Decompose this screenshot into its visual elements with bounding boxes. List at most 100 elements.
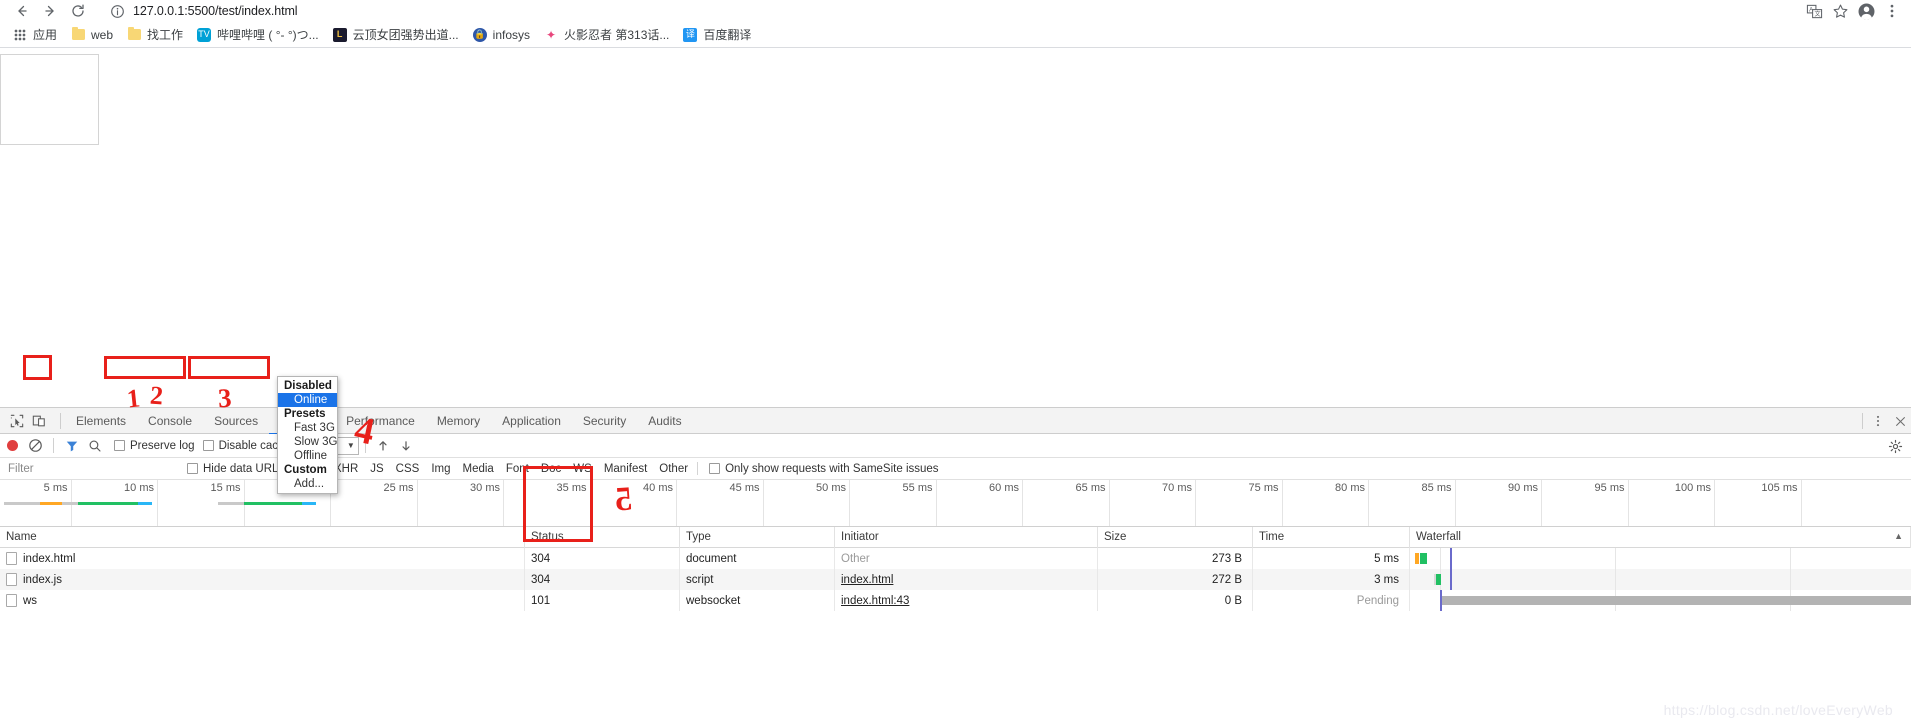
- bookmark-naruto[interactable]: ✦ 火影忍者 第313话...: [537, 24, 676, 45]
- device-toolbar-icon[interactable]: [28, 410, 50, 432]
- menu-item-add[interactable]: Add...: [278, 477, 337, 491]
- timeline-tick-label: 95 ms: [1594, 482, 1625, 494]
- menu-item-online[interactable]: Online: [278, 393, 337, 407]
- table-row[interactable]: ws 101 websocket index.html:43 0 B Pendi…: [0, 590, 1911, 611]
- tab-application[interactable]: Application: [491, 408, 572, 434]
- menu-item-offline[interactable]: Offline: [278, 449, 337, 463]
- bookmark-yunding[interactable]: L 云顶女团强势出道...: [326, 24, 466, 45]
- lock-icon: 🔒: [472, 27, 487, 42]
- column-header-name[interactable]: Name: [0, 526, 525, 548]
- tab-label: Elements: [76, 413, 127, 428]
- clear-button[interactable]: [26, 436, 45, 455]
- timeline-tick-label: 45 ms: [729, 482, 760, 494]
- document-icon: [6, 573, 17, 586]
- chrome-menu-icon[interactable]: [1879, 0, 1905, 22]
- filter-type-js[interactable]: JS: [364, 463, 389, 475]
- waterfall-bar-download: [1420, 553, 1427, 564]
- filter-type-img[interactable]: Img: [425, 463, 456, 475]
- table-row[interactable]: index.js 304 script index.html 272 B 3 m…: [0, 569, 1911, 590]
- timeline-tick-label: 30 ms: [470, 482, 500, 494]
- column-header-initiator[interactable]: Initiator: [835, 526, 1098, 548]
- table-row[interactable]: index.html 304 document Other 273 B 5 ms: [0, 548, 1911, 569]
- cell-name[interactable]: ws: [0, 590, 525, 611]
- cell-initiator[interactable]: index.html:43: [835, 590, 1098, 611]
- cell-size: 272 B: [1098, 569, 1253, 590]
- network-toolbar-right: [1884, 434, 1907, 458]
- tab-security[interactable]: Security: [572, 408, 637, 434]
- timeline-tick: 10 ms: [124, 480, 158, 526]
- tab-label: Performance: [346, 413, 415, 428]
- back-arrow-icon[interactable]: [8, 0, 36, 22]
- column-header-type[interactable]: Type: [680, 526, 835, 548]
- address-bar-url: 127.0.0.1:5500/test/index.html: [133, 4, 298, 18]
- menu-item-slow-3g[interactable]: Slow 3G: [278, 435, 337, 449]
- tab-sources[interactable]: Sources: [203, 408, 269, 434]
- cell-name[interactable]: index.html: [0, 548, 525, 569]
- filter-type-font[interactable]: Font: [500, 463, 535, 475]
- preserve-log-checkbox[interactable]: Preserve log: [114, 440, 195, 452]
- checkbox-box[interactable]: [187, 463, 198, 474]
- reload-icon[interactable]: [64, 0, 92, 22]
- column-header-status[interactable]: Status: [525, 526, 680, 548]
- initiator-link[interactable]: index.html:43: [841, 595, 909, 607]
- cell-waterfall: [1410, 569, 1911, 590]
- search-icon[interactable]: [85, 436, 104, 455]
- tab-console[interactable]: Console: [137, 408, 203, 434]
- column-header-size[interactable]: Size: [1098, 526, 1253, 548]
- devtools-dock-icons: [0, 410, 56, 432]
- cell-name[interactable]: index.js: [0, 569, 525, 590]
- filter-type-manifest[interactable]: Manifest: [598, 463, 653, 475]
- timeline-tick: 105 ms: [1761, 480, 1802, 526]
- tab-elements[interactable]: Elements: [65, 408, 137, 434]
- network-throttling-menu[interactable]: Disabled Online Presets Fast 3G Slow 3G …: [277, 376, 338, 494]
- samesite-filter-label: Only show requests with SameSite issues: [725, 462, 939, 475]
- tab-memory[interactable]: Memory: [426, 408, 491, 434]
- inspect-element-icon[interactable]: [6, 410, 28, 432]
- timeline-tick-label: 50 ms: [816, 482, 846, 494]
- close-devtools-icon[interactable]: [1889, 410, 1911, 432]
- bookmark-bilibili[interactable]: TV 哔哩哔哩 ( °- °)つ...: [190, 24, 326, 45]
- site-info-icon[interactable]: [110, 4, 125, 19]
- checkbox-box[interactable]: [709, 463, 721, 474]
- timeline-tick-label: 10 ms: [124, 482, 154, 494]
- filter-type-doc[interactable]: Doc: [535, 463, 567, 475]
- import-har-icon[interactable]: [374, 436, 393, 455]
- forward-arrow-icon[interactable]: [36, 0, 64, 22]
- filter-type-css[interactable]: CSS: [390, 463, 426, 475]
- filter-type-other[interactable]: Other: [653, 463, 694, 475]
- tab-audits[interactable]: Audits: [637, 408, 692, 434]
- overview-bar-segment: [62, 502, 78, 505]
- bookmark-jobs[interactable]: 找工作: [120, 24, 190, 45]
- address-bar[interactable]: 127.0.0.1:5500/test/index.html: [100, 1, 1801, 21]
- export-har-icon[interactable]: [397, 436, 416, 455]
- filter-type-ws[interactable]: WS: [567, 463, 598, 475]
- menu-item-fast-3g[interactable]: Fast 3G: [278, 421, 337, 435]
- request-name: index.js: [23, 573, 62, 586]
- checkbox-box[interactable]: [114, 440, 125, 451]
- bookmark-web[interactable]: web: [64, 24, 120, 45]
- cell-initiator[interactable]: index.html: [835, 569, 1098, 590]
- more-options-icon[interactable]: [1867, 410, 1889, 432]
- sort-ascending-icon[interactable]: ▲: [1894, 531, 1903, 541]
- column-header-time[interactable]: Time: [1253, 526, 1410, 548]
- checkbox-box[interactable]: [202, 440, 214, 451]
- gear-icon[interactable]: [1886, 437, 1905, 456]
- translate-icon[interactable]: A文: [1801, 0, 1827, 22]
- profile-avatar-icon[interactable]: [1853, 0, 1879, 22]
- record-button[interactable]: [7, 440, 18, 451]
- samesite-filter-checkbox[interactable]: Only show requests with SameSite issues: [709, 462, 939, 475]
- initiator-link[interactable]: index.html: [841, 574, 893, 586]
- tab-performance[interactable]: Performance: [335, 408, 426, 434]
- cell-waterfall: [1410, 590, 1911, 611]
- bookmark-infosys[interactable]: 🔒 infosys: [466, 24, 537, 45]
- filter-funnel-icon[interactable]: [62, 436, 81, 455]
- preserve-log-label: Preserve log: [130, 439, 195, 452]
- bookmark-baidu-fanyi[interactable]: 译 百度翻译: [676, 24, 758, 45]
- filter-input[interactable]: Filter: [4, 460, 179, 478]
- filter-type-media[interactable]: Media: [457, 463, 500, 475]
- timeline-tick: 80 ms: [1335, 480, 1369, 526]
- hide-data-urls-checkbox[interactable]: Hide data URLs: [187, 463, 284, 475]
- bookmark-star-icon[interactable]: [1827, 0, 1853, 22]
- column-header-waterfall[interactable]: Waterfall ▲: [1410, 526, 1911, 548]
- bookmark-apps[interactable]: 应用: [6, 24, 64, 45]
